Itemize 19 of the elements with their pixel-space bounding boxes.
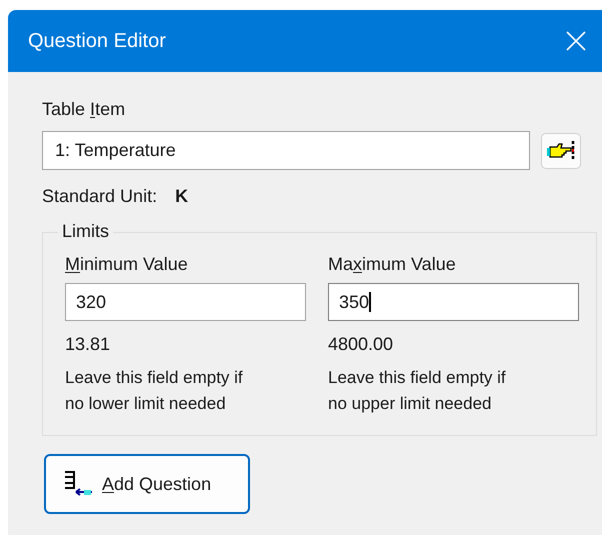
limit-reading: 4800.00: [328, 333, 394, 355]
limit-label: Minimum Value: [65, 253, 188, 275]
pointing-hand-icon: [547, 140, 575, 162]
limit-hint: Leave this field empty if no lower limit needed: [65, 367, 244, 415]
window-title: Question Editor: [28, 29, 166, 54]
add-question-button[interactable]: Add Question: [44, 454, 250, 514]
add-question-icon: [62, 470, 94, 498]
close-icon[interactable]: [566, 31, 586, 51]
table-item-label: Table Item: [42, 98, 126, 120]
pick-item-button[interactable]: [541, 132, 581, 168]
text-cursor: [369, 292, 371, 312]
table-item-field[interactable]: 1: Temperature: [42, 131, 530, 170]
limit-label: Maximum Value: [328, 253, 456, 275]
limit-field[interactable]: 350: [328, 283, 579, 321]
limit-hint: Leave this field empty if no upper limit needed: [328, 367, 507, 415]
standard-unit-label: Standard Unit:: [42, 185, 158, 208]
limit-field[interactable]: 320: [65, 283, 306, 321]
limit-reading: 13.81: [65, 333, 110, 355]
standard-unit-value: K: [175, 185, 188, 208]
